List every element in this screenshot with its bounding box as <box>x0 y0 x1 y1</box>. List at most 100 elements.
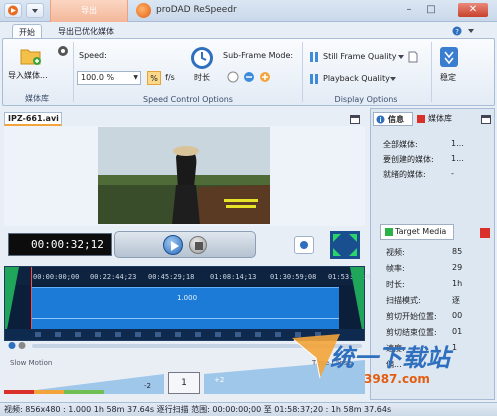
percent-button[interactable]: % <box>147 71 161 85</box>
target-media-icon <box>385 228 393 236</box>
fps-button[interactable]: f/s <box>163 71 177 85</box>
ribbon-minimize-icon[interactable] <box>466 26 476 36</box>
chevron-down-icon[interactable] <box>389 75 397 83</box>
timecode-display[interactable]: 00:00:32;12 <box>8 233 112 256</box>
playback-icon <box>310 74 318 84</box>
playback-quality[interactable]: Playback Quality <box>323 74 390 83</box>
group-label-display: Display Options <box>334 95 398 104</box>
media-icon <box>417 115 425 123</box>
tick-label: 01:08:14;13 <box>210 273 257 281</box>
marker-button[interactable] <box>294 236 314 254</box>
folder-icon <box>20 49 41 65</box>
target-value: 00 <box>452 311 463 320</box>
speed-track[interactable]: 1.000 <box>31 287 339 329</box>
ribbon: 导入媒体... 媒体库 Speed: 100.0 % ▼ % f/s 时长 Su… <box>2 38 495 106</box>
import-media-label: 导入媒体... <box>8 71 48 80</box>
quick-access-button[interactable] <box>26 3 44 18</box>
tick-label: 00:00:00;00 <box>33 273 80 281</box>
target-media-header[interactable]: Target Media <box>380 224 454 240</box>
target-value: 逐 <box>452 296 460 305</box>
still-frame-icon <box>310 52 318 62</box>
marker-icon <box>300 241 308 249</box>
speed-value-minus: -2 <box>144 382 151 390</box>
maximize-button[interactable]: □ <box>424 3 438 17</box>
tab-info-label: 信息 <box>388 115 404 124</box>
target-value: 29 <box>452 263 463 272</box>
group-label-media: 媒体库 <box>25 94 49 103</box>
info-label: 全部媒体: <box>383 140 418 149</box>
info-icon <box>376 115 385 124</box>
window-icon[interactable] <box>481 115 491 124</box>
zoom-fit-icon[interactable] <box>330 231 360 259</box>
context-tab-export[interactable]: 导出 <box>50 0 128 22</box>
duration-button[interactable]: 时长 <box>187 43 215 85</box>
divider <box>31 318 339 319</box>
target-value: 85 <box>452 247 463 256</box>
info-label: 要创建的媒体: <box>383 155 434 164</box>
stop-icon <box>195 242 203 250</box>
app-logo-icon <box>8 5 18 16</box>
tab-media-label: 媒体库 <box>428 114 452 123</box>
speed-center-value[interactable]: 1 <box>168 372 200 394</box>
window-title: proDAD ReSpeedr <box>156 5 237 15</box>
watermark-text: 统一下载站 <box>330 344 450 372</box>
speed-select[interactable]: 100.0 % ▼ <box>77 71 141 85</box>
divider <box>431 42 432 102</box>
ribbon-tabs: 开始 导出已优化媒体 ? <box>0 22 497 39</box>
info-value: 1... <box>451 139 464 148</box>
target-label: 剪切开始位置: <box>386 312 437 321</box>
video-preview[interactable] <box>98 127 270 224</box>
subframe-label: Sub-Frame Mode: <box>223 51 294 60</box>
stabilize-label: 稳定 <box>440 73 456 82</box>
tab-info[interactable]: 信息 <box>373 112 413 126</box>
transport-controls <box>114 231 256 258</box>
import-media-button[interactable]: 导入媒体... <box>7 43 53 85</box>
clock-icon <box>191 47 213 69</box>
target-label: 帧率: <box>386 264 405 273</box>
speed-label: Speed: <box>79 51 107 60</box>
watermark: 统一下载站 3987.com <box>290 330 480 390</box>
tab-media-library[interactable]: 媒体库 <box>415 112 463 126</box>
title-bar: 导出 proDAD ReSpeedr – □ ✕ <box>0 0 497 22</box>
target-value: 1h <box>452 279 463 288</box>
stabilize-button[interactable]: 稳定 <box>435 43 461 85</box>
target-media-label: Target Media <box>395 227 447 236</box>
minimize-button[interactable]: – <box>402 3 416 17</box>
file-tab[interactable]: IPZ-661.avi <box>4 112 62 126</box>
help-icon[interactable]: ? <box>452 26 462 36</box>
duration-label: 时长 <box>194 73 210 82</box>
app-menu-button[interactable] <box>4 3 22 18</box>
divider <box>302 42 303 102</box>
app-logo-icon <box>136 3 151 18</box>
target-label: 时长: <box>386 280 405 289</box>
page-icon[interactable] <box>407 51 419 63</box>
zoom-controls-icon[interactable] <box>8 341 30 350</box>
tab-home[interactable]: 开始 <box>12 24 42 39</box>
stabilize-icon <box>440 47 458 67</box>
timeline-ruler[interactable]: 00:00:00;00 00:22:44;23 00:45:29;18 01:0… <box>5 267 374 285</box>
close-button[interactable]: ✕ <box>458 3 488 17</box>
target-label: 扫描模式: <box>386 296 421 305</box>
speed-track-label: 1.000 <box>177 294 198 302</box>
subframe-off-icon[interactable] <box>227 71 239 83</box>
speed-value-plus: +2 <box>214 376 225 384</box>
chevron-down-icon[interactable] <box>397 53 405 61</box>
video-frame-image <box>98 127 270 224</box>
target-label: 视频: <box>386 248 405 257</box>
media-toggle-icon[interactable] <box>57 45 69 57</box>
target-media-close-icon[interactable] <box>480 228 490 238</box>
dropdown-icon <box>32 9 38 13</box>
tab-export-optimized[interactable]: 导出已优化媒体 <box>52 24 120 39</box>
slow-motion-label: Slow Motion <box>10 359 53 367</box>
subframe-plus-icon[interactable] <box>259 71 271 83</box>
stop-button[interactable] <box>189 236 207 254</box>
speed-value: 100.0 % <box>81 73 115 82</box>
divider <box>73 42 74 102</box>
subframe-minus-icon[interactable] <box>243 71 255 83</box>
tick-label: 01:30:59;08 <box>270 273 317 281</box>
window-icon[interactable] <box>350 115 360 124</box>
tick-label: 00:45:29;18 <box>148 273 195 281</box>
play-button[interactable] <box>163 235 183 255</box>
svg-text:?: ? <box>455 28 459 36</box>
still-frame-quality[interactable]: Still Frame Quality <box>323 52 396 61</box>
